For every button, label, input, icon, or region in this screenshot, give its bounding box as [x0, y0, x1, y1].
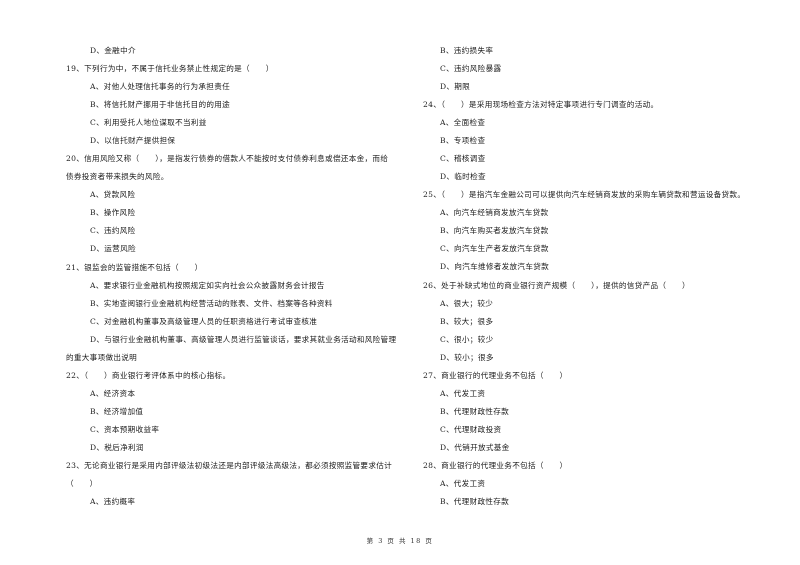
q18-option-d: D、金融中介 [90, 46, 136, 55]
q21-option-d: D、与银行业金融机构董事、高级管理人员进行监管谈话，要求其就业务活动和风险管理 [90, 335, 397, 344]
q22-option-d: D、税后净利润 [90, 443, 144, 452]
q25-option-a: A、向汽车经销商发放汽车贷款 [440, 208, 549, 217]
q23-option-b: B、违约损失率 [440, 46, 494, 55]
q19-option-b: B、将信托财产挪用于非信托目的的用途 [90, 100, 231, 109]
q24-option-c: C、稽核调查 [440, 154, 486, 163]
q19-option-d: D、以信托财产提供担保 [90, 136, 176, 145]
q20-stem-line1: 20、信用风险又称（ ），是指发行债券的借款人不能按时支付债券利息或偿还本金，而… [66, 154, 389, 163]
q24-option-b: B、专项检查 [440, 136, 486, 145]
q20-stem-line2: 债券投资者带来损失的风险。 [66, 172, 169, 181]
q25-option-b: B、向汽车购买者发放汽车贷款 [440, 226, 549, 235]
q28-option-a: A、代发工资 [440, 479, 486, 488]
q20-option-a: A、贷款风险 [90, 190, 136, 199]
q22-stem: 22、（ ）商业银行考评体系中的核心指标。 [66, 371, 231, 380]
q23-option-c: C、违约风险暴露 [440, 64, 502, 73]
q26-option-b: B、较大；很多 [440, 317, 494, 326]
q27-option-a: A、代发工资 [440, 389, 486, 398]
q21-option-a: A、要求银行业金融机构按照规定如实向社会公众披露财务会计报告 [90, 281, 325, 290]
q26-option-d: D、较小；很多 [440, 353, 494, 362]
q19-stem: 19、下列行为中，不属于信托业务禁止性规定的是（ ） [66, 64, 274, 73]
q24-option-d: D、临时检查 [440, 172, 486, 181]
q25-option-c: C、向汽车生产者发放汽车贷款 [440, 244, 549, 253]
q20-option-d: D、运营风险 [90, 244, 136, 253]
q21-option-d-line2: 的重大事项做出说明 [66, 353, 138, 362]
q21-option-b: B、实地查阅银行业金融机构经营活动的账表、文件、档案等各种资料 [90, 299, 333, 308]
q23-option-d: D、期限 [440, 82, 471, 91]
q25-option-d: D、向汽车维修者发放汽车贷款 [440, 262, 550, 271]
q26-option-a: A、很大；较少 [440, 299, 494, 308]
q20-option-b: B、操作风险 [90, 208, 136, 217]
q24-option-a: A、全面检查 [440, 118, 486, 127]
q26-option-c: C、很小；较少 [440, 335, 494, 344]
q23-option-a: A、违约概率 [90, 497, 136, 506]
q23-stem-line2: （ ） [66, 479, 98, 488]
page-footer: 第 3 页 共 18 页 [366, 537, 434, 545]
q27-option-b: B、代理财政性存款 [440, 407, 510, 416]
q26-stem: 26、处于补缺式地位的商业银行资产规模（ ），提供的信贷产品（ ） [423, 281, 690, 290]
q27-option-d: D、代销开放式基金 [440, 443, 510, 452]
q22-option-b: B、经济增加值 [90, 407, 144, 416]
q27-option-c: C、代理财政投资 [440, 425, 502, 434]
q19-option-c: C、利用受托人地位谋取不当利益 [90, 118, 207, 127]
q21-option-c: C、对金融机构董事及高级管理人员的任职资格进行考试审查核准 [90, 317, 318, 326]
q22-option-a: A、经济资本 [90, 389, 136, 398]
q22-option-c: C、资本预期收益率 [90, 425, 160, 434]
q19-option-a: A、对他人处理信托事务的行为承担责任 [90, 82, 230, 91]
q25-stem: 25、（ ）是指汽车金融公司可以提供向汽车经销商发放的采购车辆贷款和营运设备贷款… [423, 190, 746, 199]
q27-stem: 27、商业银行的代理业务不包括（ ） [423, 371, 568, 380]
q21-stem: 21、银监会的监管措施不包括（ ） [66, 263, 203, 272]
q20-option-c: C、违约风险 [90, 226, 136, 235]
q23-stem-line1: 23、无论商业银行是采用内部评级法初级法还是内部评级法高级法，都必须按照监管要求… [66, 461, 393, 470]
q28-stem: 28、商业银行的代理业务不包括（ ） [423, 461, 568, 470]
q24-stem: 24、（ ）是采用现场检查方法对特定事项进行专门调查的活动。 [423, 100, 659, 109]
q28-option-b: B、代理财政性存款 [440, 497, 510, 506]
